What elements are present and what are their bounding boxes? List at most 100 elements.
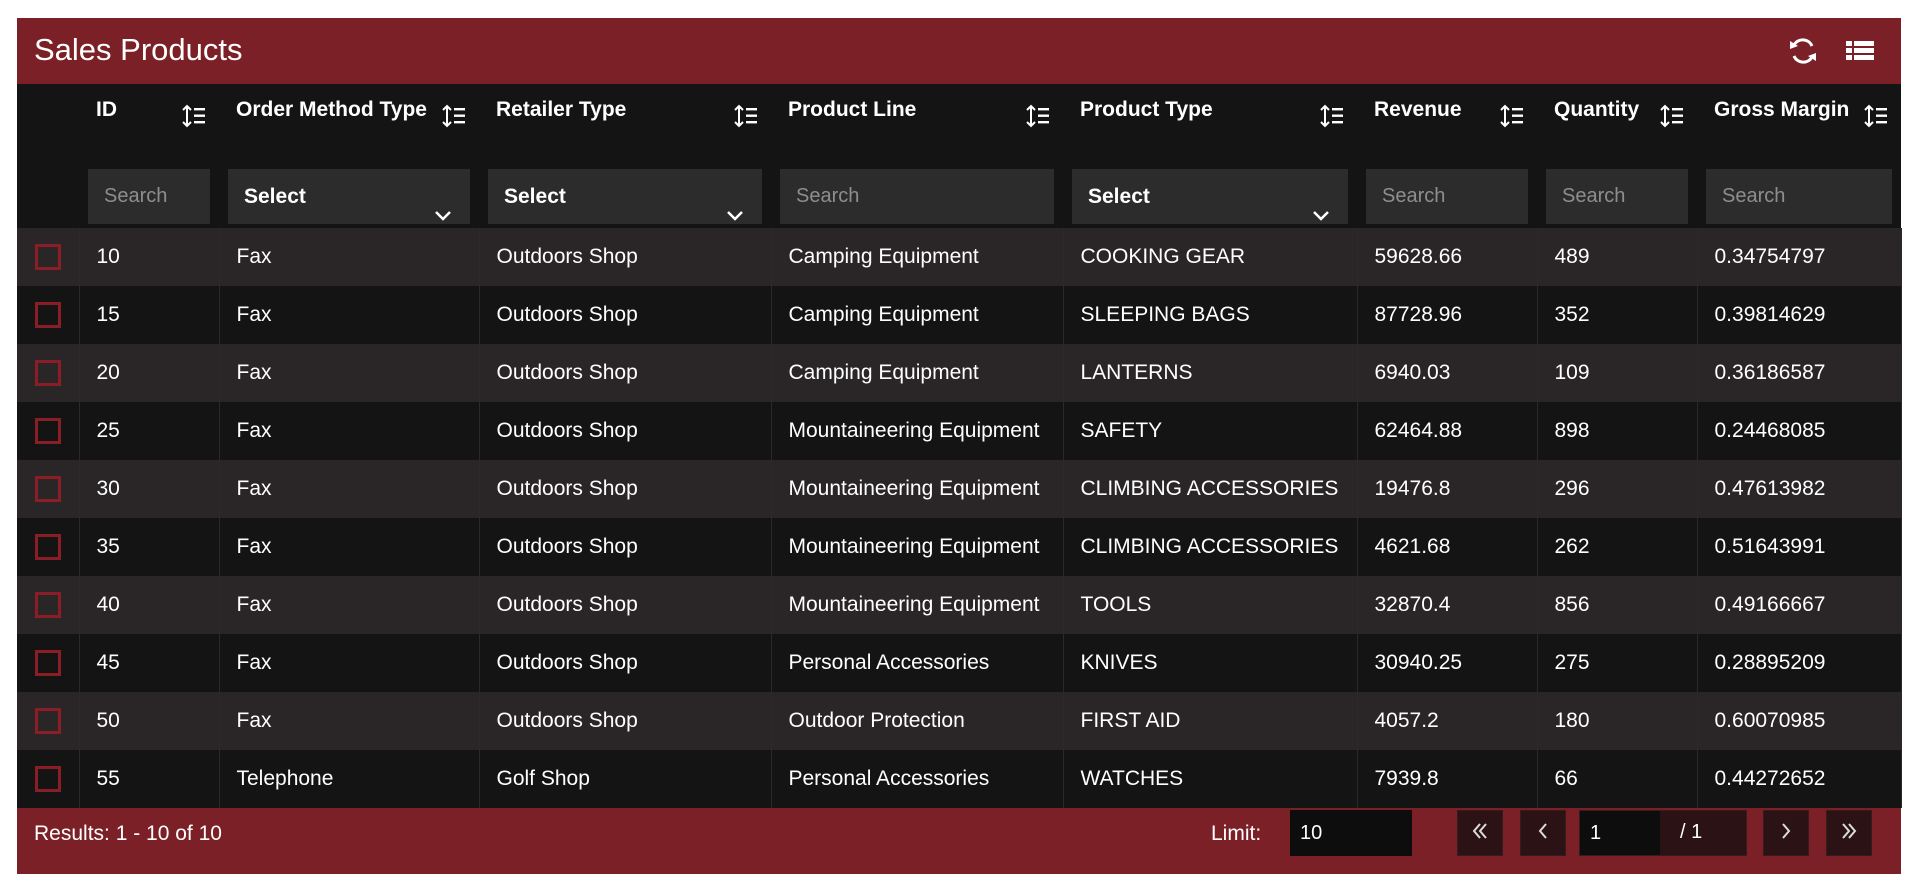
table-cell: 296 <box>1537 460 1698 518</box>
row-checkbox[interactable] <box>34 244 61 270</box>
table-cell: CLIMBING ACCESSORIES <box>1063 518 1358 576</box>
sort-icon[interactable] <box>181 103 207 129</box>
table-cell: CLIMBING ACCESSORIES <box>1063 460 1358 518</box>
table-cell: 275 <box>1537 634 1698 692</box>
chevron-right-icon <box>1776 821 1796 846</box>
row-checkbox[interactable] <box>34 360 61 386</box>
product-line-search-input[interactable] <box>780 169 1054 224</box>
panel-title: Sales Products <box>34 32 243 67</box>
table-cell: Fax <box>219 518 480 576</box>
table-cell: Outdoors Shop <box>479 402 772 460</box>
gross-margin-search-input[interactable] <box>1706 169 1892 224</box>
table-cell: 15 <box>79 286 220 344</box>
list-view-icon[interactable] <box>1843 34 1877 68</box>
table-cell: 62464.88 <box>1357 402 1538 460</box>
table-cell: 180 <box>1537 692 1698 750</box>
table-row[interactable]: 25 Fax Outdoors Shop Mountaineering Equipme… <box>17 402 1902 460</box>
chevron-left-icon <box>1533 821 1553 846</box>
table-cell: Fax <box>219 228 480 286</box>
last-page-button[interactable] <box>1826 810 1872 856</box>
table-row[interactable]: 30 Fax Outdoors Shop Mountaineering Equipme… <box>17 460 1902 518</box>
chevron-down-icon <box>434 189 452 221</box>
column-header-order-method-type[interactable]: Order Method Type <box>219 84 479 151</box>
table-cell: 0.24468085 <box>1697 402 1902 460</box>
table-row[interactable]: 35 Fax Outdoors Shop Mountaineering Equipme… <box>17 518 1902 576</box>
table-cell: Outdoors Shop <box>479 518 772 576</box>
row-checkbox[interactable] <box>34 650 61 676</box>
table-cell: Outdoors Shop <box>479 228 772 286</box>
table-row[interactable]: 15 Fax Outdoors Shop Camping Equipment SLEEP… <box>17 286 1902 344</box>
sort-icon[interactable] <box>441 103 467 129</box>
previous-page-button[interactable] <box>1520 810 1566 856</box>
first-page-button[interactable] <box>1457 810 1503 856</box>
table-cell: COOKING GEAR <box>1063 228 1358 286</box>
filter-cell-product-line <box>771 151 1063 228</box>
table-cell: 0.49166667 <box>1697 576 1902 634</box>
column-header-gross-margin[interactable]: Gross Margin <box>1697 84 1901 151</box>
column-header-product-line[interactable]: Product Line <box>771 84 1063 151</box>
table-row[interactable]: 50 Fax Outdoors Shop Outdoor Protection FIRS… <box>17 692 1902 750</box>
row-checkbox[interactable] <box>34 708 61 734</box>
product-type-filter-select[interactable]: Select <box>1072 169 1348 224</box>
table-cell: 0.36186587 <box>1697 344 1902 402</box>
table-cell: 856 <box>1537 576 1698 634</box>
table-cell: 87728.96 <box>1357 286 1538 344</box>
table-cell: Camping Equipment <box>771 286 1064 344</box>
column-header-quantity[interactable]: Quantity <box>1537 84 1697 151</box>
table-cell: 0.39814629 <box>1697 286 1902 344</box>
row-select-cell <box>17 402 80 460</box>
chevron-down-icon <box>1312 189 1330 221</box>
row-checkbox[interactable] <box>34 302 61 328</box>
table-cell: Outdoors Shop <box>479 286 772 344</box>
row-select-cell <box>17 460 80 518</box>
sort-icon[interactable] <box>1659 103 1685 129</box>
column-header-revenue[interactable]: Revenue <box>1357 84 1537 151</box>
page-number-input[interactable]: 1 <box>1580 811 1660 855</box>
table-cell: 489 <box>1537 228 1698 286</box>
table-cell: 19476.8 <box>1357 460 1538 518</box>
sort-icon[interactable] <box>733 103 759 129</box>
table-row[interactable]: 40 Fax Outdoors Shop Mountaineering Equipme… <box>17 576 1902 634</box>
revenue-search-input[interactable] <box>1366 169 1528 224</box>
table-cell: Outdoors Shop <box>479 460 772 518</box>
retailer-type-filter-select[interactable]: Select <box>488 169 762 224</box>
id-search-input[interactable] <box>88 169 210 224</box>
table-row[interactable]: 20 Fax Outdoors Shop Camping Equipment LANTE… <box>17 344 1902 402</box>
order-method-type-filter-select[interactable]: Select <box>228 169 470 224</box>
row-checkbox[interactable] <box>34 476 61 502</box>
filter-cell-quantity <box>1537 151 1697 228</box>
column-header-id[interactable]: ID <box>79 84 219 151</box>
filter-cell-retailer-type: Select <box>479 151 771 228</box>
sort-icon[interactable] <box>1319 103 1345 129</box>
table-cell: 0.34754797 <box>1697 228 1902 286</box>
sort-icon[interactable] <box>1025 103 1051 129</box>
table-cell: Mountaineering Equipment <box>771 518 1064 576</box>
quantity-search-input[interactable] <box>1546 169 1688 224</box>
row-select-cell <box>17 286 80 344</box>
row-checkbox[interactable] <box>34 418 61 444</box>
next-page-button[interactable] <box>1763 810 1809 856</box>
row-checkbox[interactable] <box>34 766 61 792</box>
select-column-filter <box>17 151 79 228</box>
column-label: Retailer Type <box>496 98 627 121</box>
row-checkbox[interactable] <box>34 534 61 560</box>
limit-input[interactable]: 10 <box>1290 810 1412 856</box>
refresh-icon[interactable] <box>1786 34 1820 68</box>
sort-icon[interactable] <box>1499 103 1525 129</box>
table-cell: 352 <box>1537 286 1698 344</box>
table-cell: Fax <box>219 460 480 518</box>
row-checkbox[interactable] <box>34 592 61 618</box>
sort-icon[interactable] <box>1863 103 1889 129</box>
table-row[interactable]: 45 Fax Outdoors Shop Personal Accessories KN… <box>17 634 1902 692</box>
table-cell: FIRST AID <box>1063 692 1358 750</box>
filter-cell-id <box>79 151 219 228</box>
table-row[interactable]: 10 Fax Outdoors Shop Camping Equipment COOKI… <box>17 228 1902 286</box>
page-total: / 1 <box>1680 821 1703 843</box>
table-cell: 6940.03 <box>1357 344 1538 402</box>
table-cell: 4621.68 <box>1357 518 1538 576</box>
column-header-product-type[interactable]: Product Type <box>1063 84 1357 151</box>
column-header-retailer-type[interactable]: Retailer Type <box>479 84 771 151</box>
column-label: Product Line <box>788 98 917 121</box>
filter-cell-gross-margin <box>1697 151 1901 228</box>
filter-cell-product-type: Select <box>1063 151 1357 228</box>
